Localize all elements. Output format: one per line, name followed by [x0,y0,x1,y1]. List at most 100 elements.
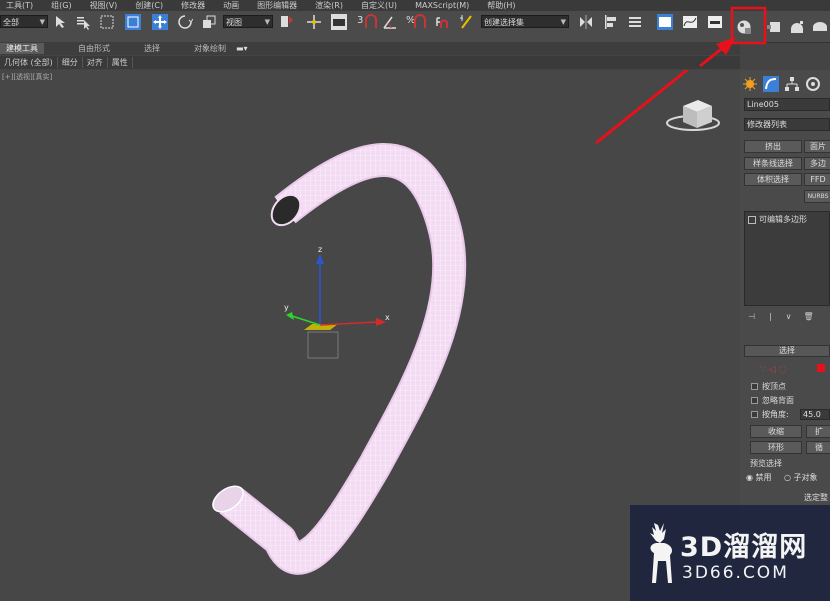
sub-tab-properties[interactable]: 属性 [108,57,133,68]
curve-editor-icon[interactable] [682,14,698,30]
stack-item-icon [748,215,756,224]
modifier-list-dropdown[interactable]: 修改器列表 [744,118,830,131]
menu-create[interactable]: 创建(C) [135,0,163,11]
sub-tab-subdivision[interactable]: 细分 [58,57,83,68]
watermark: 3D溜溜网 3D66.COM [630,505,830,601]
preview-subobject-radio[interactable]: ○ 子对象 [784,472,818,483]
menu-group[interactable]: 组(G) [51,0,71,11]
named-selection-dropdown[interactable]: 创建选择集 ▼ [481,15,569,28]
stack-item-label: 可编辑多边形 [759,215,807,224]
remove-modifier-icon[interactable]: 🗑 [804,312,814,324]
axis-y-label: y [284,303,289,312]
hierarchy-panel-icon[interactable] [784,76,800,92]
ring-button[interactable]: 环形 [750,441,802,454]
edit-named-selection-icon[interactable] [459,14,475,30]
menu-maxscript[interactable]: MAXScript(M) [415,1,469,10]
rect-select-region-icon[interactable] [99,14,115,30]
angle-value-field[interactable]: 45.0 [800,409,830,420]
poly-select-button[interactable]: 多边 [804,157,830,170]
menu-modifiers[interactable]: 修改器 [181,0,205,11]
rendered-frame-icon[interactable] [789,19,805,35]
motion-panel-icon[interactable] [805,76,821,92]
render-production-icon[interactable] [812,19,828,35]
menu-rendering[interactable]: 渲染(R) [315,0,343,11]
modify-panel-icon[interactable] [763,76,779,92]
extrude-button[interactable]: 挤出 [744,140,802,153]
tab-selection[interactable]: 选择 [144,43,160,54]
by-vertex-checkbox[interactable] [751,383,758,390]
volume-select-button[interactable]: 体积选择 [744,173,802,186]
angle-snap-icon[interactable] [382,14,398,30]
tab-freeform[interactable]: 自由形式 [78,43,110,54]
spinner-snap-icon[interactable] [433,14,449,30]
selection-filter-value: 全部 [3,18,19,27]
modifier-stack[interactable]: 可编辑多边形 [744,211,830,306]
create-panel-icon[interactable] [742,76,758,92]
tab-object-paint[interactable]: 对象绘制 [194,43,226,54]
scale-icon[interactable] [201,14,217,30]
viewport-scene: z x y [208,70,720,575]
loop-button[interactable]: 循 [806,441,830,454]
menu-graph-editors[interactable]: 图形编辑器 [257,0,297,11]
ignore-backfacing-checkbox[interactable] [751,397,758,404]
nurbs-button[interactable]: NURBS [804,190,830,203]
render-setup-icon[interactable] [766,19,782,35]
transform-gizmo[interactable] [286,254,386,359]
pivot-icon[interactable] [279,14,295,30]
menu-view[interactable]: 视图(V) [90,0,118,11]
snap-toggle-icon[interactable] [363,14,379,30]
schematic-view-icon[interactable] [707,14,723,30]
align-icon[interactable] [603,14,619,30]
layer-manager-icon[interactable] [627,14,643,30]
keyboard-shortcut-icon[interactable] [331,14,347,30]
named-selection-value: 创建选择集 [484,18,524,27]
stack-item[interactable]: 可编辑多边形 [748,214,807,225]
select-by-name-icon[interactable] [75,14,91,30]
sub-tab-align[interactable]: 对齐 [83,57,108,68]
by-vertex-label: 按顶点 [762,382,786,391]
patch-button[interactable]: 面片 [804,140,830,153]
selection-rollout-header[interactable]: 选择 [744,345,830,357]
deer-logo-icon [650,523,672,583]
menu-tools[interactable]: 工具(T) [6,0,33,11]
scene-explorer-icon[interactable] [657,14,673,30]
ref-coord-value: 视图 [226,18,242,27]
ribbon-toggle-icon[interactable]: ▬▾ [236,44,248,53]
make-unique-icon[interactable]: ∨ [786,312,792,324]
spline-select-button[interactable]: 样条线选择 [744,157,802,170]
ffd-button[interactable]: FFD [804,173,830,186]
ref-coord-dropdown[interactable]: 视图 ▼ [223,15,273,28]
viewcube-icon[interactable] [666,100,720,131]
preview-disabled-radio[interactable]: ◉ 禁用 [746,472,772,483]
selection-filter-dropdown[interactable]: 全部 ▼ [0,15,48,28]
grow-button[interactable]: 扩 [806,425,830,438]
axis-x-label: x [385,313,390,322]
preview-disabled-label: 禁用 [755,473,772,482]
tube-mesh[interactable] [208,143,467,575]
radio-icon: ○ [784,473,794,482]
shrink-button[interactable]: 收缩 [750,425,802,438]
show-end-result-icon[interactable]: ❘ [767,312,774,324]
select-object-icon[interactable] [53,14,69,30]
tab-modeling-tools[interactable]: 建模工具 [0,43,44,54]
mirror-icon[interactable] [578,14,594,30]
perspective-viewport[interactable]: [+][透视][真实] z x y [0,70,740,601]
menu-animation[interactable]: 动画 [223,0,239,11]
material-editor-icon[interactable] [736,19,752,35]
select-manipulate-icon[interactable] [306,14,322,30]
ignore-backfacing-label: 忽略背面 [762,396,794,405]
menu-help[interactable]: 帮助(H) [487,0,515,11]
pin-stack-icon[interactable]: ⊣ [748,312,755,324]
radio-selected-icon: ◉ [746,473,756,482]
stack-toolbar: ⊣ ❘ ∨ 🗑 [748,312,830,324]
by-angle-checkbox[interactable] [751,411,758,418]
menu-customize[interactable]: 自定义(U) [361,0,397,11]
subobject-vertex-icon[interactable]: ∵ ◁ ◌ [760,362,830,374]
rotate-icon[interactable] [177,14,193,30]
percent-snap-icon[interactable] [412,14,428,30]
move-icon[interactable] [152,14,168,30]
window-crossing-icon[interactable] [125,14,141,30]
preview-selection-label: 预览选择 [750,459,782,468]
sub-tab-geometry[interactable]: 几何体 (全部) [0,57,58,68]
object-name-field[interactable]: Line005 [744,98,830,111]
